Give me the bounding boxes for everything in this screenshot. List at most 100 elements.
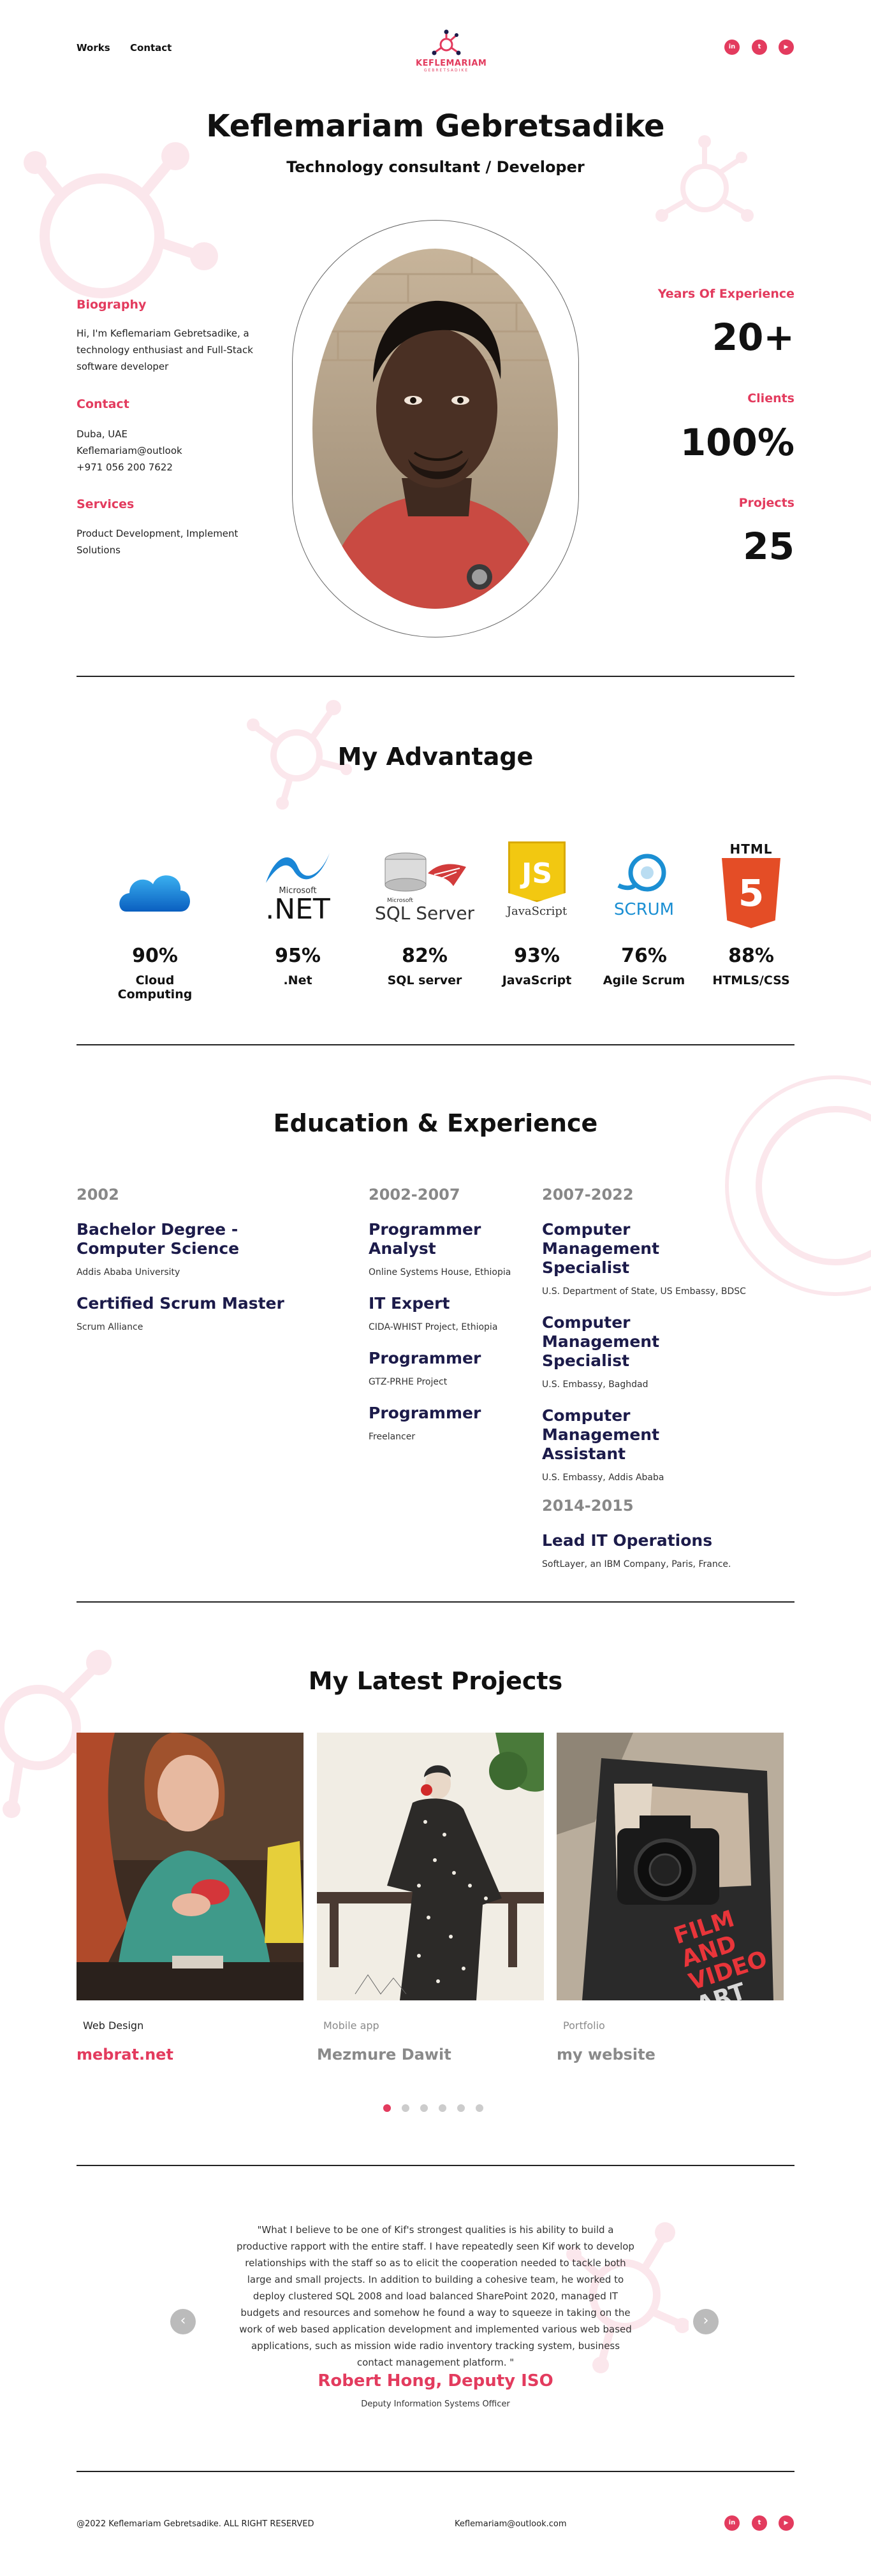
edu-org: SoftLayer, an IBM Company, Paris, France… bbox=[542, 1559, 731, 1569]
clients-label: Clients bbox=[747, 391, 794, 405]
dotnet-logo: Microsoft .NET bbox=[244, 841, 352, 937]
biography-text: Hi, I'm Keflemariam Gebretsadike, a tech… bbox=[77, 328, 253, 372]
skill-javascript: JS JavaScript 93% JavaScript bbox=[483, 841, 591, 987]
carousel-dot[interactable] bbox=[439, 2104, 446, 2112]
edu-org: U.S. Department of State, US Embassy, BD… bbox=[542, 1286, 746, 1297]
youtube-icon[interactable]: ▶ bbox=[779, 40, 794, 55]
sql-logo-text: SQL Server bbox=[374, 903, 475, 924]
scrum-logo-text: SCRUM bbox=[613, 900, 675, 919]
hero-name: Keflemariam Gebretsadike bbox=[206, 108, 665, 144]
skill-name: JavaScript bbox=[502, 973, 572, 987]
js-glyph: JS bbox=[521, 857, 553, 890]
testimonial-author: Robert Hong, Deputy ISO bbox=[318, 2371, 553, 2390]
project-card[interactable]: FILM AND VIDEO ART Portfolio my website bbox=[557, 1733, 784, 2063]
edu-title: Programmer bbox=[369, 1404, 481, 1422]
edu-year: 2002-2007 bbox=[369, 1186, 460, 1204]
skill-percent: 88% bbox=[728, 945, 774, 967]
skill-sql-server: Microsoft SQL Server 82% SQL server bbox=[370, 841, 479, 987]
testimonial-prev-button[interactable]: ‹ bbox=[170, 2309, 196, 2334]
project-image-shopping[interactable] bbox=[77, 1733, 304, 2000]
footer-copyright: @2022 Keflemariam Gebretsadike. ALL RIGH… bbox=[77, 2519, 314, 2529]
section-divider bbox=[77, 1044, 794, 1045]
carousel-dot[interactable] bbox=[476, 2104, 483, 2112]
testimonial-quote: "What I believe to be one of Kif's stron… bbox=[237, 2224, 634, 2368]
project-card[interactable]: Mobile app Mezmure Dawit bbox=[317, 1733, 544, 2063]
edu-year: 2002 bbox=[77, 1186, 119, 1204]
services-heading: Services bbox=[77, 497, 135, 511]
skill-cloud-computing: 90% Cloud Computing bbox=[101, 841, 209, 1001]
education-title: Education & Experience bbox=[273, 1109, 598, 1137]
project-card[interactable]: Web Design mebrat.net bbox=[77, 1733, 304, 2063]
edu-title: Certified Scrum Master bbox=[77, 1294, 284, 1313]
linkedin-icon[interactable]: in bbox=[724, 2515, 740, 2531]
skill-name: SQL server bbox=[387, 973, 462, 987]
edu-org: Scrum Alliance bbox=[77, 1322, 143, 1332]
project-image-camera[interactable]: FILM AND VIDEO ART bbox=[557, 1733, 784, 2000]
edu-org: Online Systems House, Ethiopia bbox=[369, 1267, 511, 1277]
scrum-logo: SCRUM bbox=[590, 841, 698, 937]
carousel-dot[interactable] bbox=[402, 2104, 409, 2112]
edu-title: IT Expert bbox=[369, 1294, 450, 1313]
skill-percent: 90% bbox=[132, 945, 178, 967]
project-name[interactable]: mebrat.net bbox=[77, 2046, 304, 2063]
skill-agile-scrum: SCRUM 76% Agile Scrum bbox=[590, 841, 698, 987]
skill-dotnet: Microsoft .NET 95% .Net bbox=[244, 841, 352, 987]
js-logo-text: JavaScript bbox=[506, 905, 567, 918]
project-category: Web Design bbox=[83, 2019, 144, 2032]
edu-org: Addis Ababa University bbox=[77, 1267, 180, 1277]
education-column-2007-2022: 2007-2022 Computer Management Specialist… bbox=[542, 1186, 746, 1586]
html5-logo: HTML 5 bbox=[697, 841, 805, 937]
edu-title: Computer Management Assistant bbox=[542, 1406, 660, 1463]
edu-title: Computer Management Specialist bbox=[542, 1220, 660, 1277]
profile-photo bbox=[312, 249, 558, 609]
section-divider bbox=[77, 676, 794, 677]
skill-percent: 82% bbox=[402, 945, 448, 967]
biography-heading: Biography bbox=[77, 298, 147, 312]
contact-phone[interactable]: +971 056 200 7622 bbox=[77, 459, 268, 476]
carousel-dot[interactable] bbox=[457, 2104, 465, 2112]
edu-org: U.S. Embassy, Baghdad bbox=[542, 1379, 648, 1390]
skill-name: Agile Scrum bbox=[603, 973, 685, 987]
html5-logo-top: HTML bbox=[729, 841, 773, 857]
dotnet-logo-text: .NET bbox=[265, 893, 330, 926]
footer-email-link[interactable]: Keflemariam@outlook.com bbox=[455, 2519, 567, 2529]
edu-title: Programmer Analyst bbox=[369, 1220, 481, 1258]
education-column-2002: 2002 Bachelor Degree - Computer Science … bbox=[77, 1186, 306, 1349]
site-logo[interactable]: KEFLEMARIAM GEBRETSADIKE bbox=[416, 29, 487, 78]
nav-contact-link[interactable]: Contact bbox=[130, 42, 172, 54]
skill-percent: 93% bbox=[514, 945, 560, 967]
skill-name: .Net bbox=[283, 973, 312, 987]
section-divider bbox=[77, 2471, 794, 2472]
javascript-logo: JS JavaScript bbox=[483, 841, 591, 937]
projects-value: 25 bbox=[743, 525, 794, 568]
carousel-dot[interactable] bbox=[420, 2104, 428, 2112]
skill-percent: 95% bbox=[275, 945, 321, 967]
edu-year: 2014-2015 bbox=[542, 1497, 634, 1515]
edu-title: Computer Management Specialist bbox=[542, 1313, 660, 1370]
years-experience-label: Years Of Experience bbox=[657, 287, 794, 301]
edu-title: Bachelor Degree - Computer Science bbox=[77, 1220, 240, 1258]
testimonial-next-button[interactable]: › bbox=[693, 2309, 719, 2334]
contact-email[interactable]: Keflemariam@outlook bbox=[77, 442, 268, 459]
linkedin-icon[interactable]: in bbox=[724, 40, 740, 55]
skill-name: HTMLS/CSS bbox=[712, 973, 790, 987]
project-name[interactable]: my website bbox=[557, 2046, 784, 2063]
youtube-icon[interactable]: ▶ bbox=[779, 2515, 794, 2531]
twitter-icon[interactable]: t bbox=[752, 40, 767, 55]
edu-year: 2007-2022 bbox=[542, 1186, 634, 1204]
project-name[interactable]: Mezmure Dawit bbox=[317, 2046, 544, 2063]
section-divider bbox=[77, 1601, 794, 1603]
education-column-2002-2007: 2002-2007 Programmer Analyst Online Syst… bbox=[369, 1186, 522, 1459]
skill-html-css: HTML 5 88% HTMLS/CSS bbox=[697, 841, 805, 987]
years-experience-value: 20+ bbox=[712, 316, 794, 359]
advantage-title: My Advantage bbox=[337, 743, 534, 771]
nav-works-link[interactable]: Works bbox=[77, 42, 110, 54]
project-image-illustration[interactable] bbox=[317, 1733, 544, 2000]
edu-org: U.S. Embassy, Addis Ababa bbox=[542, 1473, 664, 1483]
twitter-icon[interactable]: t bbox=[752, 2515, 767, 2531]
contact-heading: Contact bbox=[77, 397, 129, 411]
carousel-dot-active[interactable] bbox=[383, 2104, 391, 2112]
projects-title: My Latest Projects bbox=[308, 1667, 563, 1695]
logo-subtitle: GEBRETSADIKE bbox=[423, 68, 469, 73]
edu-title: Lead IT Operations bbox=[542, 1531, 713, 1550]
